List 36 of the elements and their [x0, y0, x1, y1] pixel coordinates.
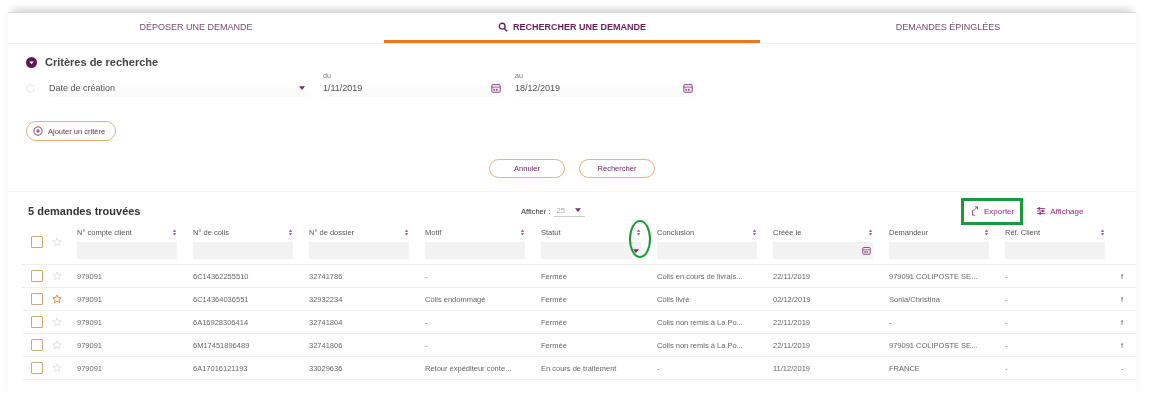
- star-icon[interactable]: [52, 294, 62, 304]
- calendar-icon: [862, 246, 871, 255]
- remove-criterion-icon: [26, 84, 35, 93]
- row-checkbox[interactable]: [31, 362, 43, 374]
- results-count: 5 demandes trouvées: [28, 205, 142, 217]
- tab[interactable]: RECHERCHER UNE DEMANDE: [384, 13, 760, 43]
- export-arrow-icon: [970, 206, 980, 216]
- sort-icon: [752, 228, 757, 236]
- search-icon: [498, 21, 508, 32]
- sort-icon: [404, 228, 409, 236]
- row-checkbox[interactable]: [31, 316, 43, 328]
- sort-icon: [1100, 228, 1105, 236]
- column-filter-field[interactable]: [773, 242, 873, 259]
- sort-icon: [636, 228, 641, 236]
- sort-icon: [172, 228, 177, 236]
- section-title: Critères de recherche: [45, 56, 159, 68]
- row-checkbox[interactable]: [31, 339, 43, 351]
- sort-icon: [984, 228, 989, 236]
- sort-icon: [288, 228, 293, 236]
- tab[interactable]: DÉPOSER UNE DEMANDE: [8, 13, 384, 43]
- caret-icon: [633, 248, 639, 253]
- sliders-icon: [1036, 206, 1047, 216]
- row-checkbox[interactable]: [31, 293, 43, 305]
- caret-icon: [299, 86, 305, 90]
- tab[interactable]: DEMANDES ÉPINGLÉES: [760, 13, 1136, 43]
- calendar-icon: [491, 83, 501, 93]
- select-all-checkbox[interactable]: [31, 236, 43, 248]
- star-icon: [52, 237, 62, 247]
- export-button[interactable]: Exporter: [961, 197, 1024, 225]
- sort-icon: [868, 228, 873, 236]
- column-filter-field[interactable]: [541, 242, 641, 259]
- sort-icon: [520, 228, 525, 236]
- plus-circle-icon: [33, 126, 43, 136]
- caret-icon: [574, 208, 581, 212]
- row-checkbox[interactable]: [31, 270, 43, 282]
- calendar-icon: [683, 83, 693, 93]
